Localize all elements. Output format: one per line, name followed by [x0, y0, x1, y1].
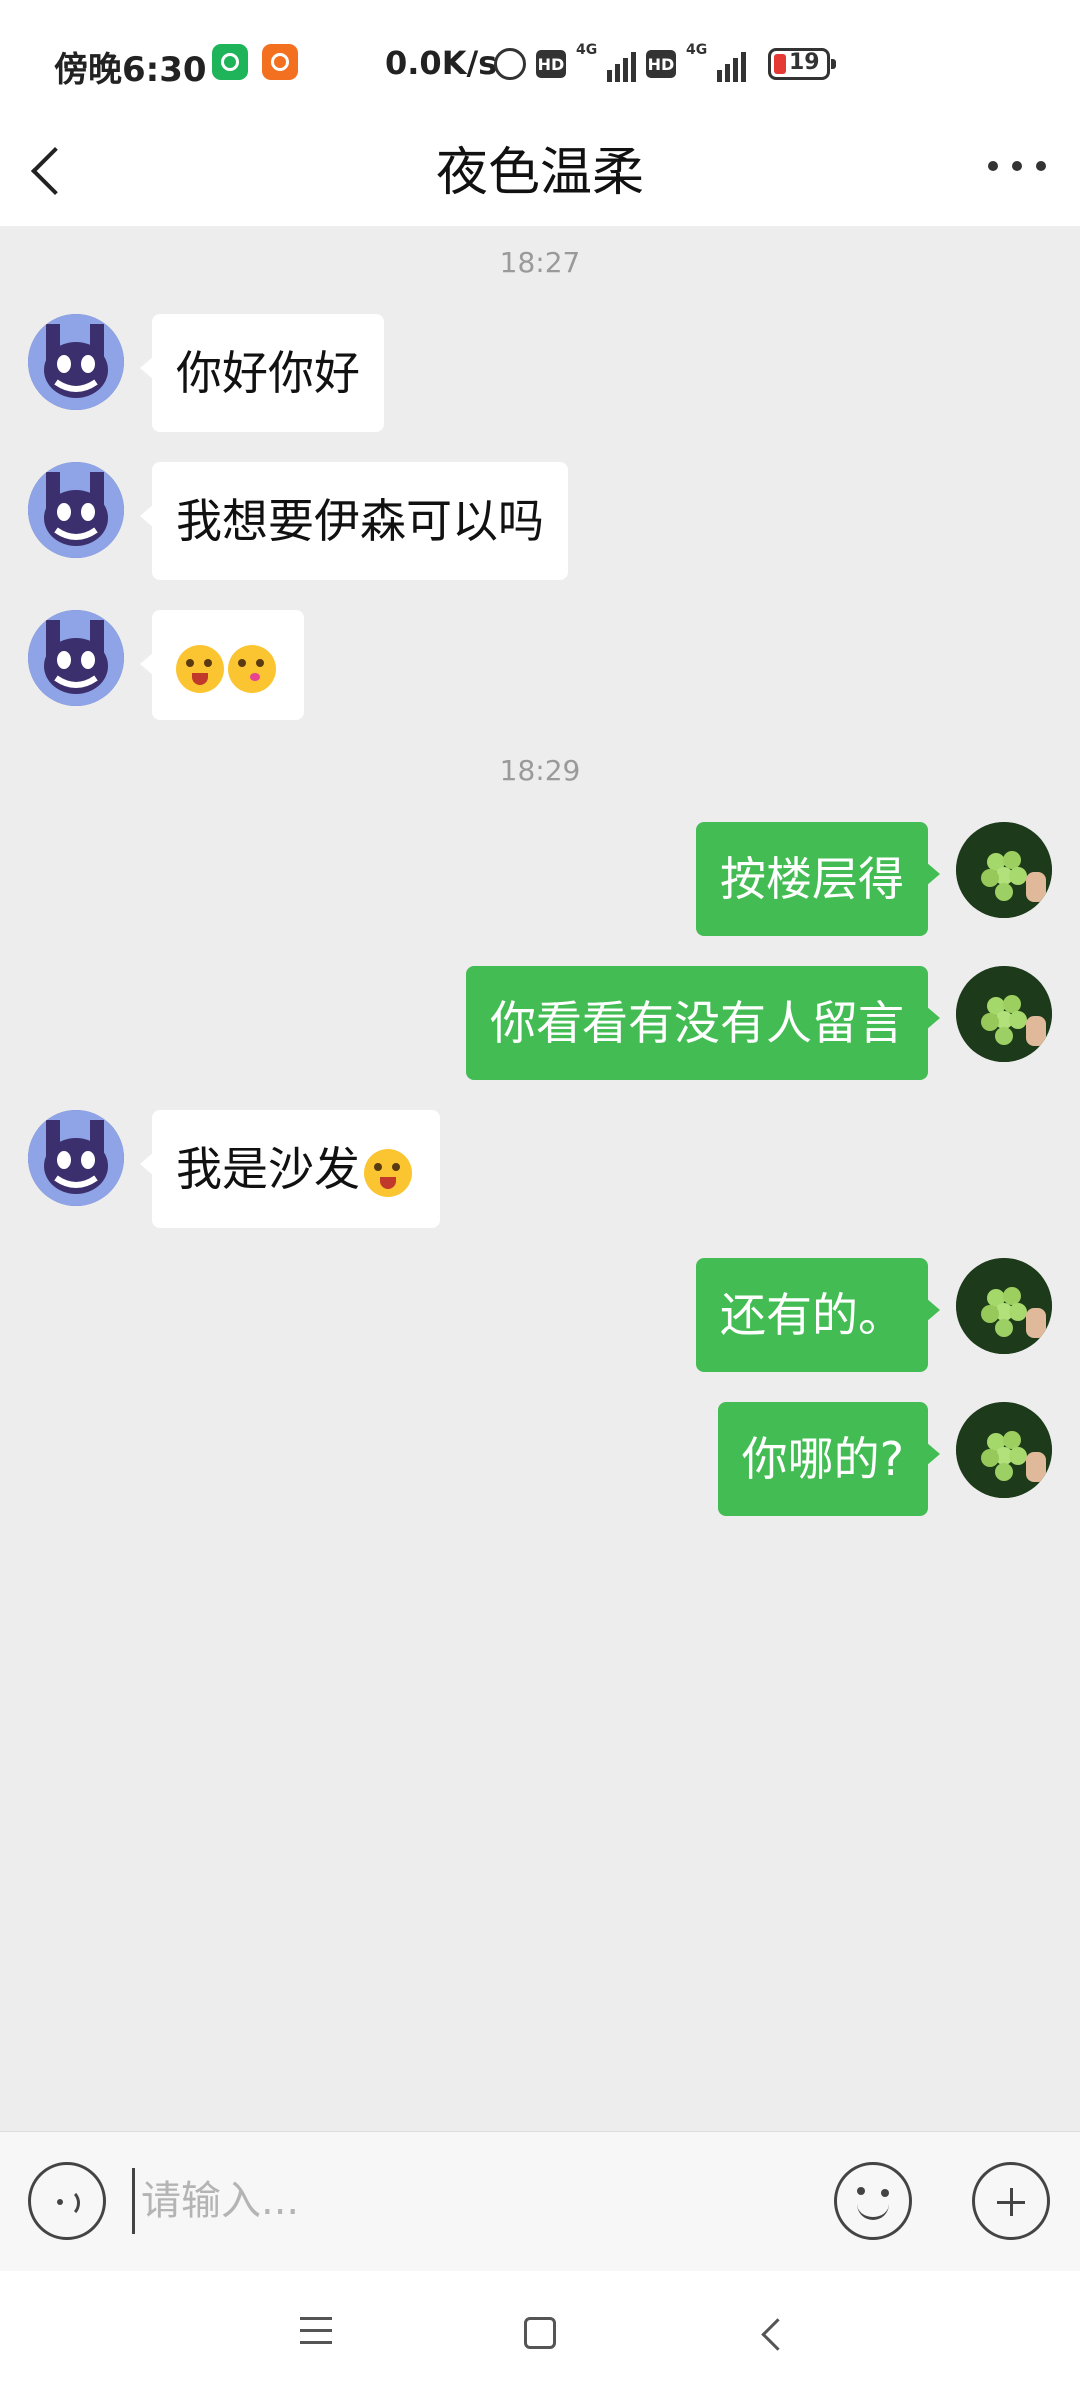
status-icons: HD 4G HD 4G [494, 42, 746, 84]
my-avatar[interactable] [956, 966, 1052, 1062]
system-back-icon[interactable] [756, 2317, 788, 2349]
contact-avatar[interactable] [28, 462, 124, 558]
title-bar: 夜色温柔 [0, 120, 1080, 226]
app-notification-icon [262, 44, 298, 80]
contact-avatar[interactable] [28, 610, 124, 706]
message-bubble-outgoing[interactable]: 按楼层得 [696, 822, 940, 936]
more-options-icon[interactable] [988, 156, 1046, 176]
emoji-picker-icon[interactable] [834, 2162, 912, 2240]
message-bubble-outgoing[interactable]: 你看看有没有人留言 [466, 966, 940, 1080]
status-bar: 傍晚6:30 0.0K/s HD 4G HD 4G 19 [0, 0, 1080, 120]
chat-area[interactable]: 18:27 你好你好 我想要伊森可以吗 18:29 按楼层得 你看看有没有人留言… [0, 226, 1080, 2131]
star-eyes-emoji-icon [364, 1148, 412, 1197]
my-avatar[interactable] [956, 822, 1052, 918]
recent-apps-icon[interactable] [300, 2317, 336, 2347]
message-bubble-outgoing[interactable]: 还有的。 [696, 1258, 940, 1372]
alarm-icon [494, 48, 526, 80]
my-avatar[interactable] [956, 1402, 1052, 1498]
signal-icon: 4G [686, 42, 746, 82]
contact-avatar[interactable] [28, 314, 124, 410]
kiss-emoji-icon [228, 644, 276, 693]
hd-icon: HD [536, 50, 566, 78]
timestamp: 18:27 [499, 246, 581, 279]
message-bubble-incoming[interactable] [140, 610, 304, 720]
more-actions-plus-icon[interactable] [972, 2162, 1050, 2240]
app-notification-icon [212, 44, 248, 80]
timestamp: 18:29 [499, 754, 581, 787]
my-avatar[interactable] [956, 1258, 1052, 1354]
system-nav-bar [0, 2271, 1080, 2400]
hd-icon: HD [646, 50, 676, 78]
message-bubble-incoming[interactable]: 我是沙发 [140, 1110, 440, 1228]
battery-icon: 19 [768, 48, 836, 80]
network-type: 4G [686, 42, 708, 58]
signal-icon: 4G [576, 42, 636, 82]
status-time: 傍晚6:30 [54, 50, 207, 90]
star-eyes-emoji-icon [176, 644, 224, 693]
contact-avatar[interactable] [28, 1110, 124, 1206]
chat-title: 夜色温柔 [435, 143, 644, 203]
network-type: 4G [576, 42, 598, 58]
message-bubble-incoming[interactable]: 我想要伊森可以吗 [140, 462, 568, 580]
network-speed: 0.0K/s [385, 44, 498, 82]
message-input[interactable] [132, 2168, 812, 2234]
message-bubble-outgoing[interactable]: 你哪的? [717, 1402, 941, 1516]
input-bar [0, 2131, 1080, 2271]
message-bubble-incoming[interactable]: 你好你好 [140, 314, 384, 432]
battery-level: 19 [789, 50, 820, 75]
home-icon[interactable] [524, 2317, 556, 2349]
message-text: 我是沙发 [176, 1142, 360, 1196]
voice-input-icon[interactable] [28, 2162, 106, 2240]
